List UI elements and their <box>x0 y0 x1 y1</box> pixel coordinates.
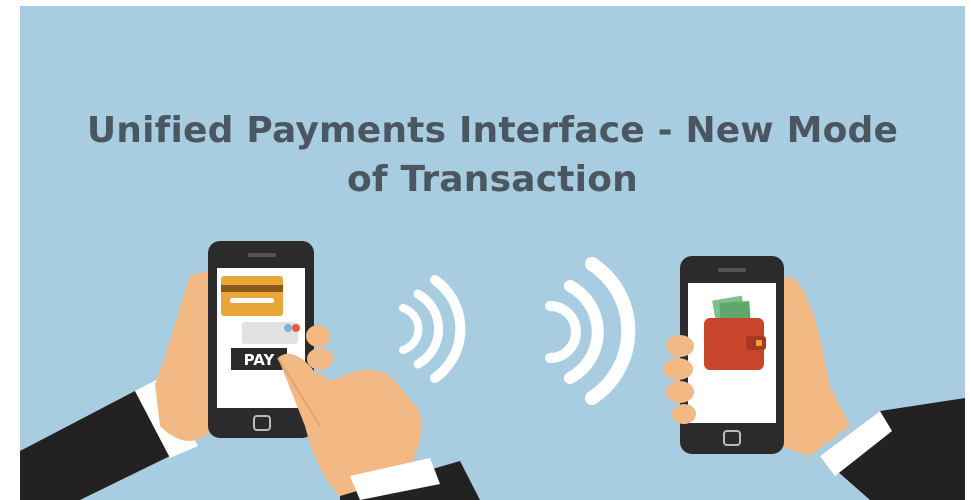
right-hand-back <box>775 276 850 456</box>
upi-banner: Unified Payments Interface - New Mode of… <box>20 6 965 500</box>
wireless-signal-icon <box>545 257 636 405</box>
illustration: PAY <box>20 241 965 500</box>
wallet-icon <box>704 318 766 370</box>
pointing-hand <box>277 353 480 500</box>
left-hand-back <box>155 268 215 441</box>
wireless-signal-icon <box>399 275 466 383</box>
pay-button-label: PAY <box>244 351 276 369</box>
